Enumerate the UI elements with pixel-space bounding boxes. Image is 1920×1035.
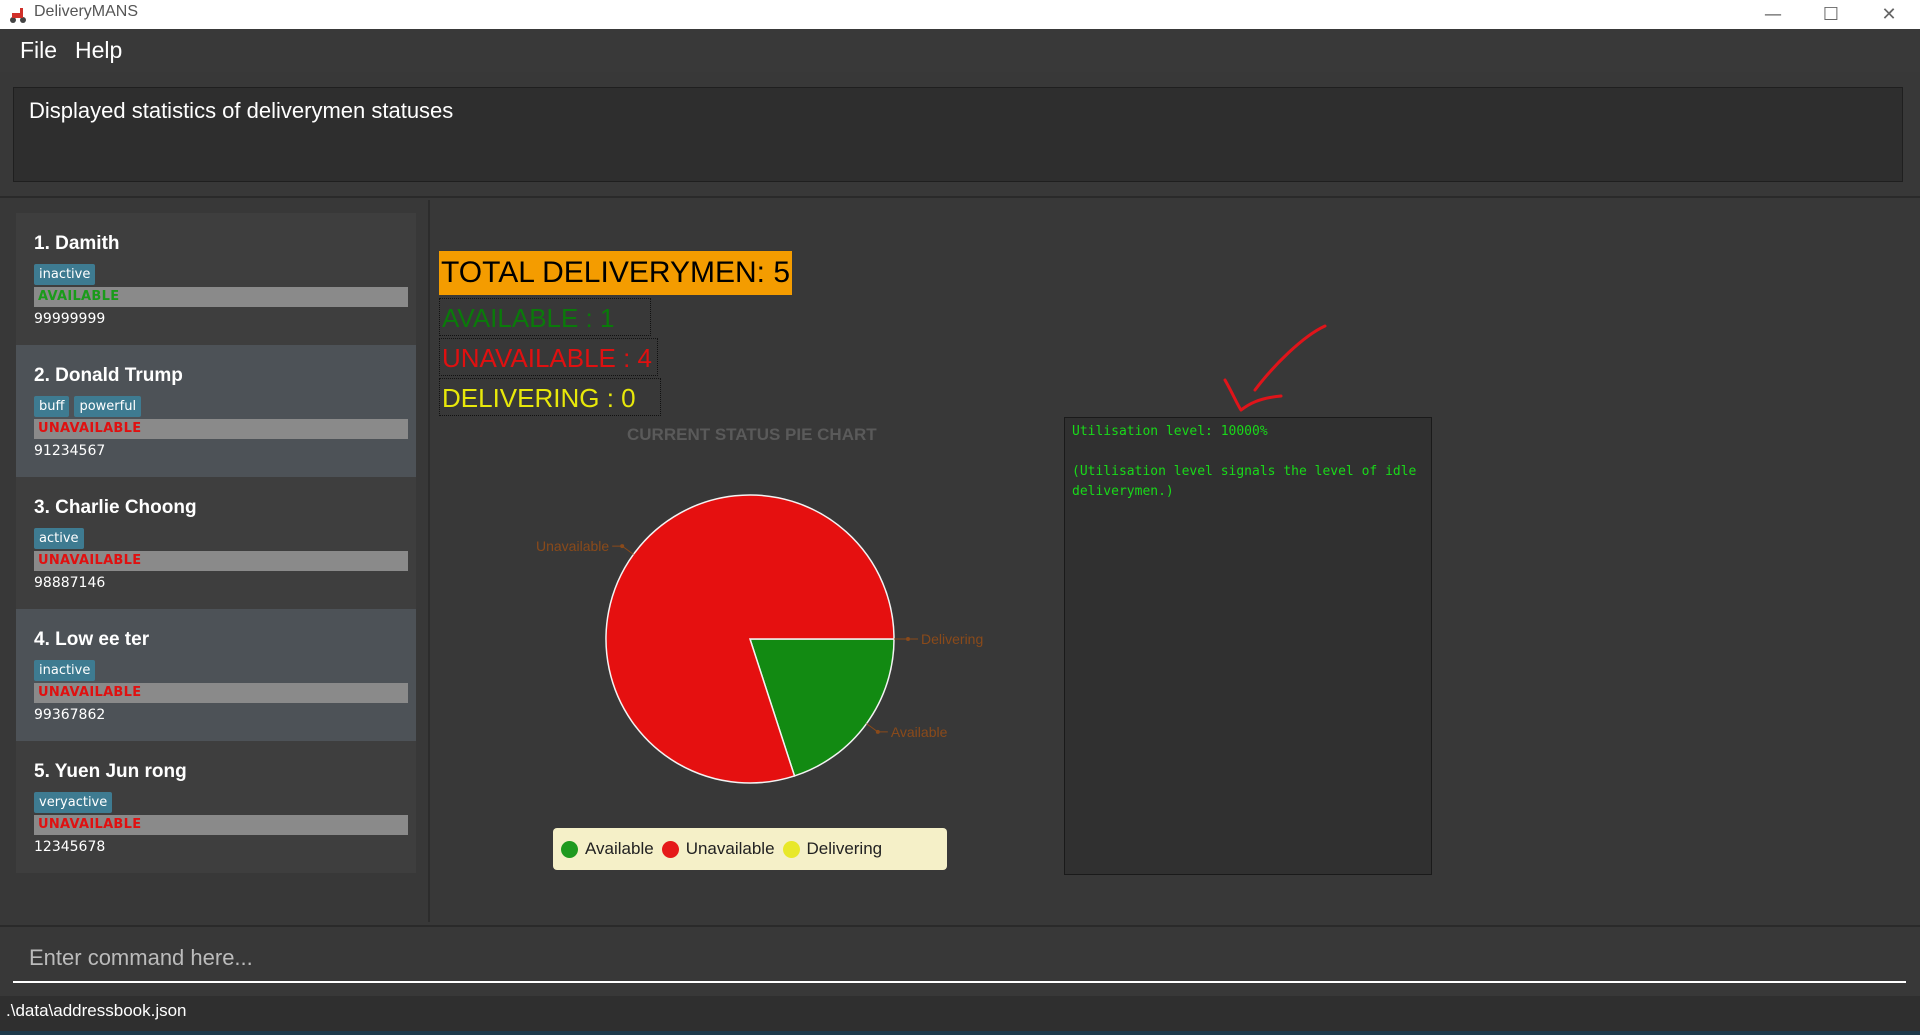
phone-number: 91234567: [34, 443, 106, 459]
status-label: UNAVAILABLE: [38, 421, 142, 436]
unavailable-stat: UNAVAILABLE : 4: [439, 338, 658, 376]
utilisation-text: Utilisation level: 10000% (Utilisation l…: [1072, 422, 1422, 502]
deliveryman-name: 2. Donald Trump: [34, 365, 183, 386]
phone-number: 12345678: [34, 839, 106, 855]
tag-list: inactive: [34, 264, 96, 285]
scooter-icon: [10, 8, 26, 23]
status-bar: UNAVAILABLE: [34, 419, 408, 439]
available-stat: AVAILABLE : 1: [439, 298, 651, 336]
legend-label: Available: [585, 839, 654, 858]
legend-item-unavailable: Unavailable: [661, 839, 775, 859]
menu-bar: File Help: [0, 29, 1920, 72]
panel-divider[interactable]: [428, 200, 430, 922]
status-bar: AVAILABLE: [34, 287, 408, 307]
save-location: .\data\addressbook.json: [6, 1001, 187, 1020]
legend-item-available: Available: [561, 839, 654, 859]
legend-item-delivering: Delivering: [782, 839, 883, 859]
deliveryman-name: 4. Low ee ter: [34, 629, 150, 650]
result-display: Displayed statistics of deliverymen stat…: [13, 87, 1903, 182]
legend-dot-unavailable: [661, 840, 679, 858]
deliveryman-name: 1. Damith: [34, 233, 120, 254]
divider: [0, 196, 1920, 198]
status-bar-footer: .\data\addressbook.json: [0, 996, 1920, 1031]
close-button[interactable]: ✕: [1860, 0, 1918, 29]
title-bar: DeliveryMANS — ☐ ✕: [0, 0, 1920, 29]
tag-list: veryactive: [34, 792, 113, 813]
pie-label-dot: [875, 729, 880, 734]
phone-number: 99367862: [34, 707, 106, 723]
total-deliverymen-stat: TOTAL DELIVERYMEN: 5: [439, 251, 792, 295]
tag: veryactive: [34, 792, 113, 813]
tag: buff: [34, 396, 70, 417]
tag-list: inactive: [34, 660, 96, 681]
status-bar: UNAVAILABLE: [34, 815, 408, 835]
legend-label: Delivering: [806, 839, 883, 858]
menu-file[interactable]: File: [20, 37, 57, 64]
maximize-button[interactable]: ☐: [1802, 0, 1860, 29]
deliveryman-card[interactable]: 5. Yuen Jun rong veryactive UNAVAILABLE …: [16, 741, 416, 873]
tag: inactive: [34, 660, 96, 681]
taskbar-strip: [0, 1031, 1920, 1035]
phone-number: 98887146: [34, 575, 106, 591]
result-text: Displayed statistics of deliverymen stat…: [29, 98, 454, 123]
legend-label: Unavailable: [685, 839, 775, 858]
tag: powerful: [74, 396, 142, 417]
tag-list: active: [34, 528, 84, 549]
delivering-stat: DELIVERING : 0: [439, 378, 661, 416]
command-input[interactable]: [13, 935, 1911, 981]
window-title: DeliveryMANS: [34, 3, 139, 20]
deliveryman-card[interactable]: 1. Damith inactive AVAILABLE 99999999: [16, 213, 416, 345]
legend-dot-available: [561, 840, 578, 858]
status-label: UNAVAILABLE: [38, 817, 142, 832]
status-label: UNAVAILABLE: [38, 553, 142, 568]
deliveryman-card[interactable]: 3. Charlie Choong active UNAVAILABLE 988…: [16, 477, 416, 609]
deliveryman-card[interactable]: 4. Low ee ter inactive UNAVAILABLE 99367…: [16, 609, 416, 741]
chart-legend: Available Unavailable Delivering: [553, 828, 947, 870]
menu-help[interactable]: Help: [75, 37, 122, 64]
status-bar: UNAVAILABLE: [34, 551, 408, 571]
status-bar: UNAVAILABLE: [34, 683, 408, 703]
divider: [0, 925, 1920, 927]
deliveryman-card[interactable]: 2. Donald Trump buff powerful UNAVAILABL…: [16, 345, 416, 477]
utilisation-level: Utilisation level: 10000%: [1072, 424, 1268, 439]
deliveryman-name: 5. Yuen Jun rong: [34, 761, 187, 782]
status-label: AVAILABLE: [38, 289, 120, 304]
pie-chart: Available Unavailable Delivering: [536, 494, 983, 784]
utilisation-description: (Utilisation level signals the level of …: [1072, 464, 1425, 499]
annotation-arrow-icon: [1223, 324, 1327, 412]
legend-dot-delivering: [782, 840, 800, 858]
pie-label-dot: [620, 544, 625, 549]
pie-label-unavailable: Unavailable: [536, 538, 609, 554]
utilisation-panel: Utilisation level: 10000% (Utilisation l…: [1064, 417, 1432, 875]
minimize-button[interactable]: —: [1744, 0, 1802, 29]
pie-label-available: Available: [891, 724, 948, 740]
pie-label-delivering: Delivering: [921, 631, 983, 647]
deliveryman-name: 3. Charlie Choong: [34, 497, 197, 518]
tag: inactive: [34, 264, 96, 285]
pie-chart-title: CURRENT STATUS PIE CHART: [627, 425, 877, 444]
phone-number: 99999999: [34, 311, 106, 327]
tag-list: buff powerful: [34, 396, 142, 417]
pie-label-dot: [906, 637, 910, 641]
status-label: UNAVAILABLE: [38, 685, 142, 700]
tag: active: [34, 528, 84, 549]
